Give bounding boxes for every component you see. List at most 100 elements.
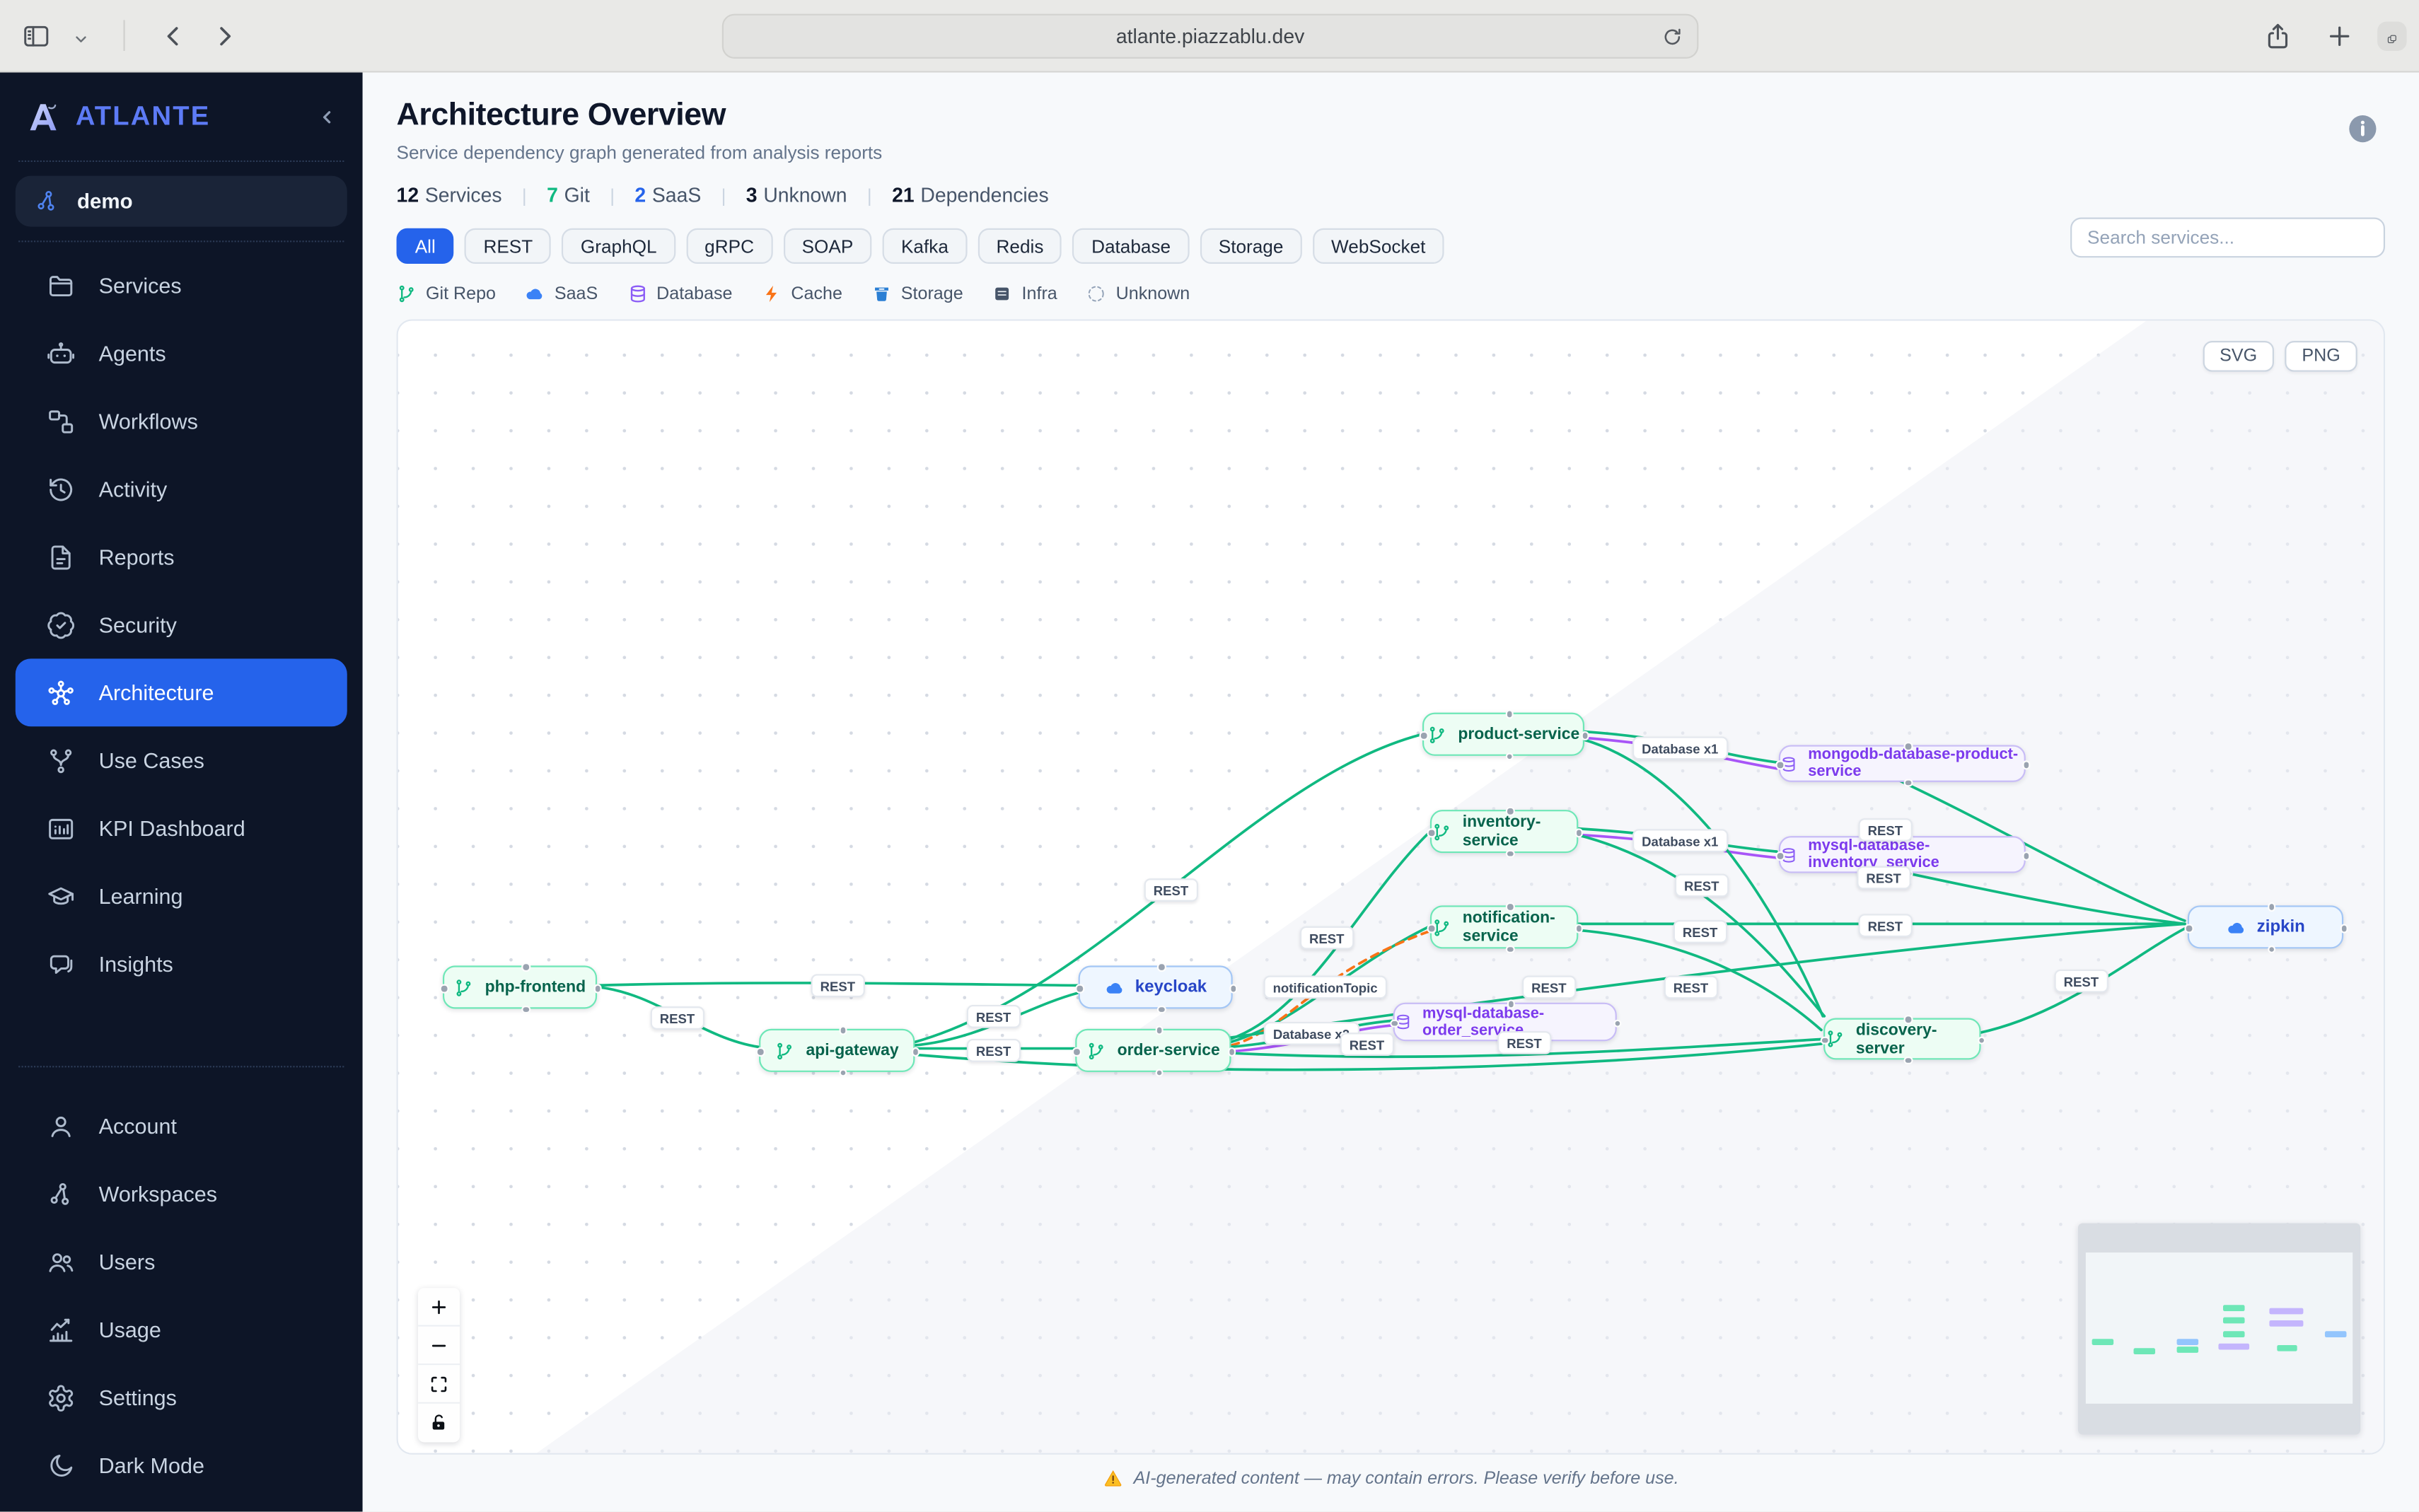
fit-view-button[interactable] [418, 1365, 460, 1404]
minimap-node [2092, 1339, 2114, 1345]
minus-icon [429, 1335, 448, 1355]
sidebar-item-label: Dark Mode [98, 1453, 204, 1479]
sidebar-item-account[interactable]: Account [16, 1093, 347, 1161]
sidebar-item-dark-mode[interactable]: Dark Mode [16, 1432, 347, 1500]
node-port [1775, 760, 1785, 769]
workspace-item-demo[interactable]: demo [15, 175, 347, 227]
zoom-in-button[interactable] [418, 1288, 460, 1327]
export-png-button[interactable]: PNG [2285, 341, 2357, 372]
node-label: notification-service [1462, 908, 1555, 946]
back-icon[interactable] [159, 21, 188, 50]
filter-chip-kafka[interactable]: Kafka [882, 228, 968, 264]
sidebar-item-services[interactable]: Services [16, 252, 347, 320]
node-product-service[interactable]: product-service [1419, 709, 1589, 761]
sidebar-item-use-cases[interactable]: Use Cases [16, 726, 347, 794]
node-port [2267, 902, 2276, 911]
tabs-overview-icon[interactable] [2377, 21, 2407, 50]
filter-chip-database[interactable]: Database [1072, 228, 1190, 264]
node-port [1505, 849, 1514, 858]
edge-label-rest: REST [1299, 926, 1354, 950]
node-inventory-service[interactable]: inventory-service [1427, 806, 1583, 858]
browser-toolbar: atlante.piazzablu.dev [0, 0, 2419, 73]
filter-chip-all[interactable]: All [396, 228, 454, 264]
node-order-service[interactable]: order-service [1072, 1025, 1236, 1077]
sidebar-item-insights[interactable]: Insights [16, 930, 347, 998]
node-label: discovery-server [1855, 1020, 1937, 1058]
forward-icon[interactable] [210, 21, 239, 50]
plus-icon [429, 1296, 448, 1316]
node-mongodb-database-product-service[interactable]: mongodb-database-product-service [1775, 742, 2031, 787]
sidebar-item-workspaces[interactable]: Workspaces [16, 1161, 347, 1228]
sidebar-item-agents[interactable]: Agents [16, 319, 347, 387]
node-port [1505, 806, 1514, 815]
graduation-cap-icon [46, 882, 75, 911]
node-api-gateway[interactable]: api-gateway [755, 1025, 920, 1077]
node-label: mysql-database-inventory_service [1808, 837, 1939, 872]
moon-icon [46, 1451, 75, 1480]
sidebar-item-reports[interactable]: Reports [16, 523, 347, 591]
node-keycloak[interactable]: keycloak [1075, 963, 1238, 1013]
split-icon [46, 746, 75, 775]
node-port [2339, 924, 2348, 933]
node-port [1574, 924, 1583, 933]
sidebar-item-workflows[interactable]: Workflows [16, 387, 347, 455]
search-input[interactable] [2070, 217, 2386, 258]
filter-chip-storage[interactable]: Storage [1200, 228, 1302, 264]
sidebar-item-activity[interactable]: Activity [16, 455, 347, 523]
export-svg-button[interactable]: SVG [2203, 341, 2275, 372]
share-icon[interactable] [2263, 21, 2292, 50]
graph-canvas[interactable]: SVG PNG php-frontend api-gateway keycloak o… [396, 319, 2386, 1455]
node-notification-service[interactable]: notification-service [1427, 902, 1583, 953]
edge-label-rest: REST [811, 974, 865, 998]
folder-icon [46, 271, 75, 300]
sidebar-item-security[interactable]: Security [16, 591, 347, 658]
node-port [1227, 1047, 1236, 1056]
edge-label-rest: REST [1664, 975, 1718, 999]
edge-label-rest: REST [1858, 818, 1913, 842]
minimap[interactable] [2077, 1223, 2361, 1435]
node-port [1156, 963, 1166, 972]
history-icon [46, 475, 75, 504]
toolbar-divider [123, 20, 125, 51]
filter-chip-redis[interactable]: Redis [978, 228, 1062, 264]
filter-chip-graphql[interactable]: GraphQL [562, 228, 675, 264]
zoom-out-button[interactable] [418, 1326, 460, 1366]
sidebar-item-usage[interactable]: Usage [16, 1296, 347, 1364]
sidebar-item-users[interactable]: Users [16, 1228, 347, 1296]
node-php-frontend[interactable]: php-frontend [439, 963, 602, 1013]
collapse-sidebar-icon[interactable] [316, 105, 338, 127]
bucket-icon [871, 284, 891, 303]
edge-label-rest: REST [1522, 975, 1576, 999]
file-text-icon [46, 542, 75, 571]
node-discovery-server[interactable]: discovery-server [1820, 1015, 1986, 1064]
edge-label-database-x1: Database x1 [1632, 829, 1728, 853]
users-icon [46, 1248, 75, 1277]
chevron-down-icon[interactable] [73, 27, 90, 44]
share-nodes-icon [46, 1180, 75, 1209]
sidebar-item-architecture[interactable]: Architecture [15, 658, 347, 727]
database-icon [627, 284, 647, 303]
filter-chip-websocket[interactable]: WebSocket [1312, 228, 1444, 264]
disclaimer-text: AI-generated content — may contain error… [1133, 1469, 1679, 1488]
node-port [1506, 999, 1515, 1008]
stats-bar: 12 Services | 7 Git | 2 SaaS | 3 Unknown | 21 Depende… [397, 184, 2385, 207]
address-bar[interactable]: atlante.piazzablu.dev [721, 13, 1699, 59]
lock-button[interactable] [418, 1403, 460, 1443]
sidebar-item-kpi-dashboard[interactable]: KPI Dashboard [16, 794, 347, 862]
filter-chip-soap[interactable]: SOAP [783, 228, 872, 264]
node-zipkin[interactable]: zipkin [2184, 902, 2348, 953]
new-tab-icon[interactable] [2325, 21, 2354, 50]
filter-chip-rest[interactable]: REST [465, 228, 552, 264]
zap-icon [762, 284, 782, 303]
legend-item-database: Database [627, 284, 733, 303]
sidebar-toggle-icon[interactable] [22, 21, 51, 50]
legend-item-unknown: Unknown [1086, 284, 1190, 303]
sidebar-item-settings[interactable]: Settings [16, 1364, 347, 1432]
filter-chip-grpc[interactable]: gRPC [685, 228, 773, 264]
info-icon[interactable] [2346, 112, 2379, 145]
infra-icon [992, 284, 1012, 303]
node-port [1903, 1015, 1913, 1024]
sidebar-item-learning[interactable]: Learning [16, 862, 347, 930]
hub-icon [46, 678, 75, 707]
reload-icon[interactable] [1661, 25, 1683, 47]
